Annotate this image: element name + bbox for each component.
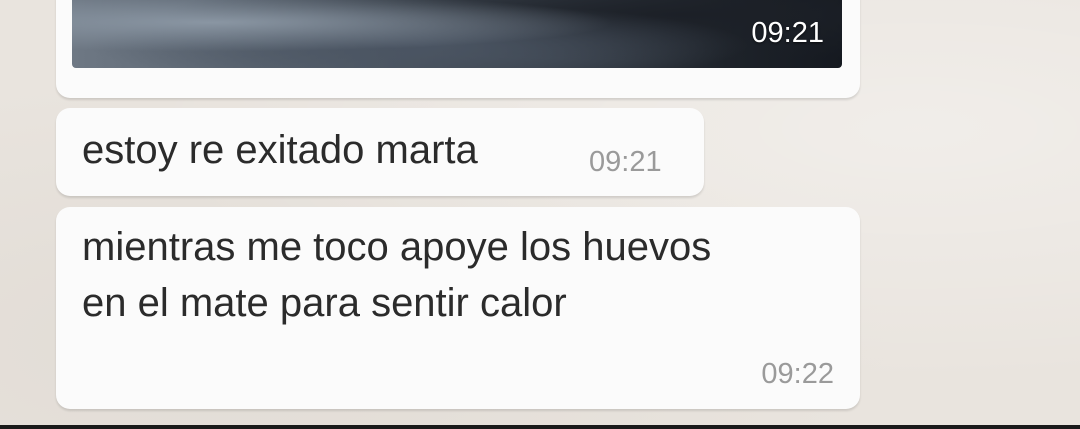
image-thumbnail[interactable]: 09:21 bbox=[72, 0, 842, 68]
message-timestamp: 09:21 bbox=[751, 17, 824, 49]
message-text: mientras me toco apoye los huevos en el … bbox=[82, 225, 712, 325]
message-bubble[interactable]: mientras me toco apoye los huevos en el … bbox=[56, 207, 860, 409]
message-timestamp: 09:22 bbox=[761, 358, 834, 390]
bottom-edge bbox=[0, 425, 1080, 429]
message-timestamp: 09:21 bbox=[589, 146, 662, 178]
message-bubble[interactable]: estoy re exitado marta 09:21 bbox=[56, 108, 704, 196]
message-text: estoy re exitado marta bbox=[82, 128, 478, 172]
image-message-bubble[interactable]: 09:21 bbox=[56, 0, 860, 98]
